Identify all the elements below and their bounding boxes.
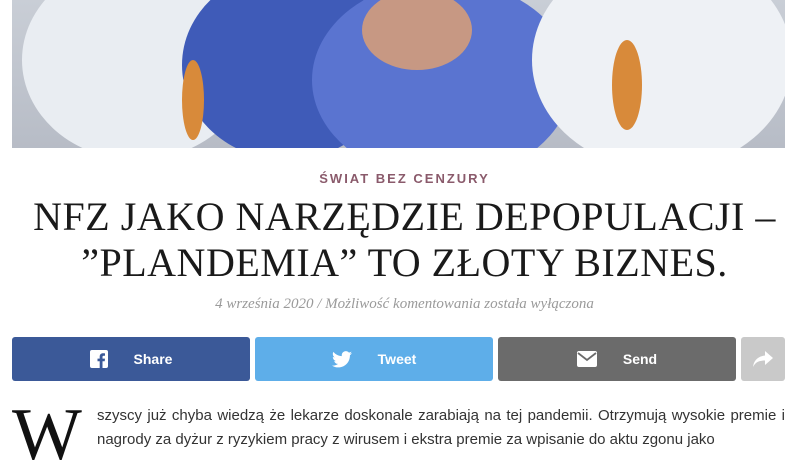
email-share-button[interactable]: Send xyxy=(498,337,736,381)
hero-shape xyxy=(532,0,785,148)
facebook-share-label: Share xyxy=(133,351,173,367)
hero-image xyxy=(12,0,785,148)
post-title-line-2: ”PLANDEMIA” TO ZŁOTY BIZNES. xyxy=(81,240,728,285)
twitter-share-label: Tweet xyxy=(377,351,417,367)
meta-separator: / xyxy=(313,296,326,312)
post-title-line-1: NFZ JAKO NARZĘDZIE DEPOPULACJI – xyxy=(33,194,776,239)
facebook-icon xyxy=(89,350,108,368)
email-icon xyxy=(576,351,597,367)
post-date[interactable]: 4 września 2020 xyxy=(215,296,313,312)
email-share-label: Send xyxy=(622,351,658,367)
facebook-share-button[interactable]: Share xyxy=(12,337,250,381)
share-arrow-icon xyxy=(753,351,773,367)
hero-shape xyxy=(182,60,204,140)
category-link[interactable]: ŚWIAT BEZ CENZURY xyxy=(0,171,809,186)
dropcap: W xyxy=(12,394,82,476)
article-paragraph: szyscy już chyba wiedzą że lekarze dosko… xyxy=(97,407,785,448)
hero-shape xyxy=(612,40,642,130)
post-title: NFZ JAKO NARZĘDZIE DEPOPULACJI – ”PLANDE… xyxy=(0,194,809,286)
more-share-button[interactable] xyxy=(741,337,785,381)
comments-status: Możliwość komentowania została wyłączona xyxy=(325,296,594,312)
post-meta: 4 września 2020 / Możliwość komentowania… xyxy=(0,296,809,313)
twitter-share-button[interactable]: Tweet xyxy=(255,337,493,381)
twitter-icon xyxy=(331,350,352,368)
